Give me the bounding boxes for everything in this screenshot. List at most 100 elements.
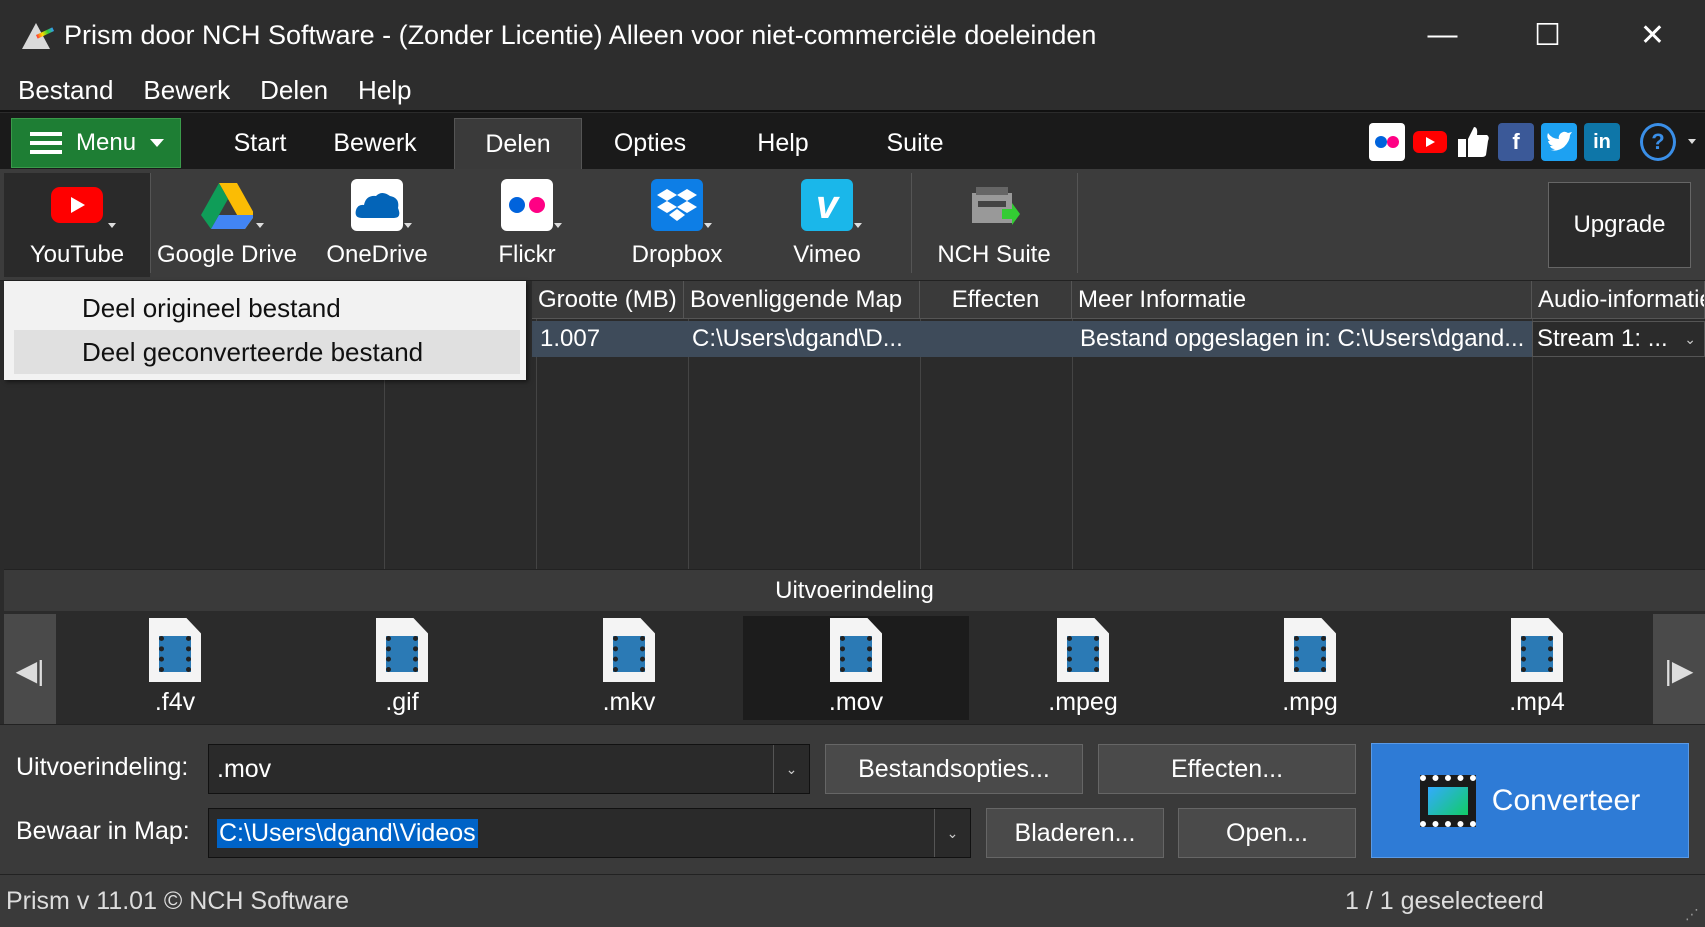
dropbox-share-button[interactable]: Dropbox — [604, 173, 750, 277]
twitter-icon[interactable] — [1541, 123, 1577, 161]
dropbox-label: Dropbox — [631, 241, 723, 268]
menu-bestand[interactable]: Bestand — [18, 75, 113, 106]
tab-suite[interactable]: Suite — [860, 118, 970, 169]
version-text: Prism v 11.01 © NCH Software — [6, 887, 350, 915]
onedrive-share-button[interactable]: OneDrive — [304, 173, 450, 277]
convert-label: Converteer — [1491, 783, 1641, 817]
output-format-select[interactable]: .mov ⌄ — [208, 744, 810, 794]
column-header-folder[interactable]: Bovenliggende Map — [684, 281, 920, 319]
video-file-icon — [376, 618, 428, 682]
help-icon[interactable]: ? — [1640, 123, 1676, 161]
cell-size: 1.007 — [540, 325, 601, 352]
flickr-icon[interactable] — [1369, 123, 1405, 161]
output-format-label: Uitvoerindeling: — [16, 753, 189, 781]
chevron-down-icon[interactable]: ⌄ — [934, 809, 970, 857]
vimeo-label: Vimeo — [793, 241, 861, 268]
vimeo-share-button[interactable]: v Vimeo — [754, 173, 900, 277]
column-header-audio[interactable]: Audio-informatie — [1532, 281, 1705, 319]
share-original-file[interactable]: Deel origineel bestand — [14, 286, 520, 330]
onedrive-label: OneDrive — [326, 241, 428, 268]
tab-start[interactable]: Start — [205, 118, 315, 169]
flickr-share-button[interactable]: Flickr — [454, 173, 600, 277]
tab-opties[interactable]: Opties — [595, 118, 705, 169]
upgrade-button[interactable]: Upgrade — [1548, 182, 1691, 268]
ribbon-tabs: Menu Start Bewerk Delen Opties Help Suit… — [0, 113, 1705, 169]
nch-suite-button[interactable]: NCH Suite — [920, 173, 1068, 277]
vimeo-icon: v — [801, 179, 853, 231]
audio-stream-value: Stream 1: ... — [1537, 325, 1668, 352]
video-file-icon — [830, 618, 882, 682]
google-drive-share-button[interactable]: Google Drive — [154, 173, 300, 277]
conversion-controls: Uitvoerindeling: .mov ⌄ Bestandsopties..… — [0, 724, 1705, 874]
status-bar: Prism v 11.01 © NCH Software 1 / 1 gesel… — [0, 874, 1705, 927]
tab-delen[interactable]: Delen — [454, 118, 582, 169]
share-ribbon: YouTube Google Drive OneDrive Flickr Dro… — [0, 169, 1705, 281]
close-button[interactable]: ✕ — [1600, 0, 1705, 70]
video-file-icon — [149, 618, 201, 682]
resize-grip-icon[interactable]: ⋰ — [1685, 906, 1699, 923]
share-converted-file[interactable]: Deel geconverteerde bestand — [14, 330, 520, 374]
column-header-effects[interactable]: Effecten — [920, 281, 1072, 319]
scroll-right-button[interactable]: |▶ — [1653, 614, 1705, 726]
convert-button[interactable]: Converteer — [1371, 743, 1689, 858]
convert-film-icon — [1419, 774, 1476, 827]
youtube-icon[interactable] — [1412, 123, 1448, 161]
format-mpg[interactable]: .mpg — [1197, 616, 1423, 720]
format-mp4[interactable]: .mp4 — [1424, 616, 1650, 720]
file-options-button[interactable]: Bestandsopties... — [825, 744, 1083, 794]
cell-info: Bestand opgeslagen in: C:\Users\dgand... — [1080, 325, 1525, 352]
minimize-button[interactable]: — — [1390, 0, 1495, 70]
nch-suite-label: NCH Suite — [937, 241, 1051, 268]
column-header-size[interactable]: Grootte (MB) — [532, 281, 684, 319]
format-gif[interactable]: .gif — [289, 616, 515, 720]
column-header-info[interactable]: Meer Informatie — [1072, 281, 1532, 319]
save-folder-label: Bewaar in Map: — [16, 817, 190, 845]
format-mov[interactable]: .mov — [743, 616, 969, 720]
maximize-button[interactable]: ☐ — [1495, 0, 1600, 70]
prism-app-icon — [18, 17, 55, 53]
like-icon[interactable] — [1455, 123, 1491, 161]
scroll-left-button[interactable]: ◀| — [4, 614, 56, 726]
format-mpeg[interactable]: .mpeg — [970, 616, 1196, 720]
title-bar: Prism door NCH Software - (Zonder Licent… — [0, 0, 1705, 70]
share-dropdown-menu: Deel origineel bestand Deel geconverteer… — [4, 281, 526, 380]
save-folder-value: C:\Users\dgand\Videos — [217, 818, 478, 848]
selection-count: 1 / 1 geselecteerd — [1345, 887, 1544, 915]
video-file-icon — [1284, 618, 1336, 682]
facebook-icon[interactable]: f — [1498, 123, 1534, 161]
chevron-down-icon[interactable]: ⌄ — [773, 745, 809, 793]
flickr-icon — [501, 179, 553, 231]
format-f4v[interactable]: .f4v — [62, 616, 288, 720]
menu-delen[interactable]: Delen — [260, 75, 328, 106]
onedrive-icon — [351, 179, 403, 231]
open-button[interactable]: Open... — [1178, 808, 1356, 858]
chevron-down-icon: ⌄ — [1684, 330, 1696, 347]
youtube-icon — [51, 179, 103, 231]
linkedin-icon[interactable]: in — [1584, 123, 1620, 161]
effects-button[interactable]: Effecten... — [1098, 744, 1356, 794]
dropbox-icon — [651, 179, 703, 231]
format-carousel: ◀| .f4v .gif .mkv .mov .mpeg .mpg .mp4 |… — [4, 612, 1705, 726]
main-menu-label: Menu — [76, 129, 137, 156]
cell-effects — [920, 321, 1072, 357]
video-file-icon — [1511, 618, 1563, 682]
browse-button[interactable]: Bladeren... — [986, 808, 1164, 858]
chevron-down-icon — [150, 139, 165, 147]
cell-folder: C:\Users\dgand\D... — [692, 325, 903, 352]
video-file-icon — [1057, 618, 1109, 682]
menu-bewerk[interactable]: Bewerk — [143, 75, 230, 106]
menu-bar: Bestand Bewerk Delen Help — [0, 70, 1705, 112]
audio-stream-select[interactable]: Stream 1: ... ⌄ — [1532, 321, 1705, 357]
main-menu-button[interactable]: Menu — [11, 118, 181, 168]
output-format-header: Uitvoerindeling — [4, 569, 1705, 611]
chevron-down-icon[interactable] — [1688, 139, 1696, 144]
youtube-share-button[interactable]: YouTube — [4, 173, 150, 277]
tab-bewerk[interactable]: Bewerk — [320, 118, 430, 169]
flickr-label: Flickr — [498, 241, 556, 268]
menu-help[interactable]: Help — [358, 75, 411, 106]
save-folder-input[interactable]: C:\Users\dgand\Videos ⌄ — [208, 808, 971, 858]
tab-help[interactable]: Help — [728, 118, 838, 169]
format-mkv[interactable]: .mkv — [516, 616, 742, 720]
window-title: Prism door NCH Software - (Zonder Licent… — [64, 19, 1097, 50]
hamburger-icon — [30, 132, 62, 154]
